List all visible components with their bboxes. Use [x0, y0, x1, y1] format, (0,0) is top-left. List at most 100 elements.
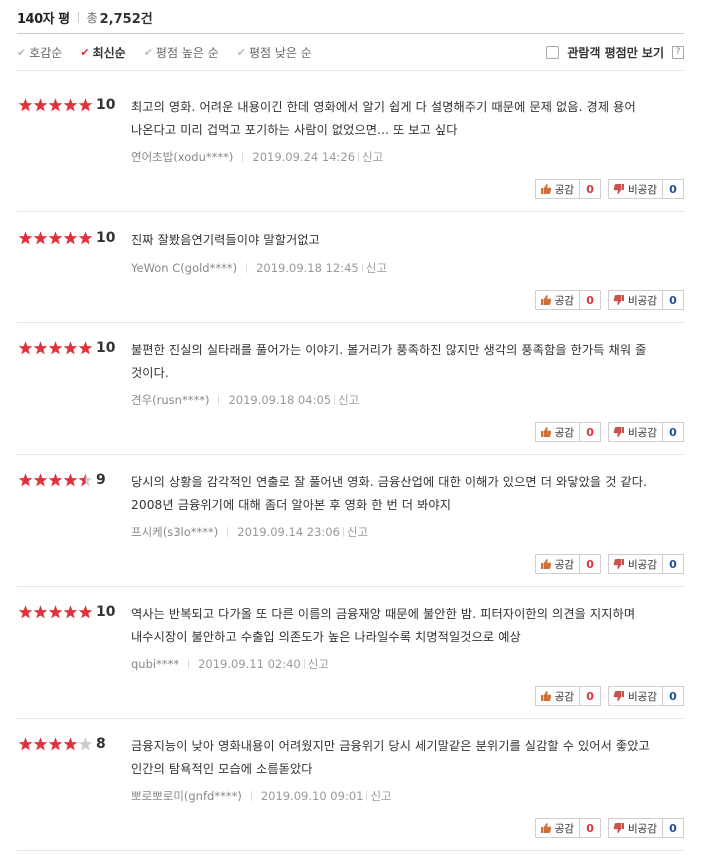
review-divider: [17, 718, 684, 719]
like-label: 공감: [554, 426, 575, 439]
like-button[interactable]: 공감: [534, 179, 581, 199]
like-label: 공감: [554, 558, 575, 571]
review-text: 진짜 잘봤음연기력들이야 말할거없고: [131, 233, 320, 247]
like-count: 0: [580, 554, 602, 574]
review-meta: 뽀로뽀로미(gnfd****) 2019.09.10 09:01 신고: [131, 788, 392, 804]
report-link[interactable]: 신고: [366, 260, 387, 276]
sort-rule: [17, 70, 684, 71]
thumbs-down-icon: [613, 691, 625, 701]
review-author: YeWon C(gold****): [131, 261, 238, 275]
review-panel: 140자 평 총 2,752건 ✔ 호감순 ✔ 최신순 ✔ 평점 높은 순 ✔ …: [0, 0, 704, 855]
review-date: 2019.09.24 14:26: [252, 150, 356, 164]
review-divider: [17, 454, 684, 455]
review-meta: qubi**** 2019.09.11 02:40 신고: [131, 656, 329, 672]
report-link[interactable]: 신고: [362, 149, 383, 165]
check-icon: ✔: [80, 45, 90, 59]
check-icon: ✔: [143, 45, 153, 59]
review-score: 10: [96, 340, 116, 356]
like-button[interactable]: 공감: [534, 686, 581, 706]
like-count: 0: [580, 422, 602, 442]
help-icon[interactable]: ?: [672, 45, 684, 59]
like-button[interactable]: 공감: [534, 290, 581, 310]
star-icons: [18, 98, 93, 112]
star-full: [63, 605, 78, 619]
report-link[interactable]: 신고: [338, 392, 359, 408]
dislike-count: 0: [663, 290, 684, 310]
dislike-button[interactable]: 비공감: [608, 554, 663, 574]
dislike-button[interactable]: 비공감: [608, 179, 663, 199]
review-text: 역사는 반복되고 다가올 또 다른 이름의 금융재앙 때문에 불안한 밤. 피터…: [131, 607, 636, 644]
star-icons: [18, 605, 93, 619]
dislike-button[interactable]: 비공감: [608, 818, 663, 838]
sort-by-rating-high[interactable]: ✔ 평점 높은 순: [144, 44, 219, 61]
dislike-label: 비공감: [628, 690, 657, 703]
meta-divider: [246, 263, 248, 273]
like-label: 공감: [554, 690, 575, 703]
thumbs-up-icon: [540, 823, 551, 833]
sort-by-likes[interactable]: ✔ 호감순: [17, 44, 62, 61]
dislike-label: 비공감: [628, 558, 657, 571]
report-link[interactable]: 신고: [370, 788, 391, 804]
star-full: [48, 473, 63, 487]
sort-by-rating-low[interactable]: ✔ 평점 낮은 순: [237, 44, 312, 61]
star-empty: [78, 737, 93, 751]
report-link[interactable]: 신고: [347, 524, 368, 540]
review-score: 10: [96, 97, 116, 113]
like-label: 공감: [554, 294, 575, 307]
vote-controls: 공감 0 비공감 0: [534, 290, 684, 310]
star-full: [78, 98, 93, 112]
review-date: 2019.09.14 23:06: [237, 525, 340, 539]
star-full: [78, 231, 93, 245]
star-full: [78, 341, 93, 355]
star-full: [63, 98, 78, 112]
vote-controls: 공감 0 비공감 0: [534, 818, 684, 838]
review-divider: [17, 322, 684, 323]
review-author: 뽀로뽀로미(gnfd****): [131, 789, 242, 803]
review-score: 10: [96, 604, 116, 620]
dislike-count: 0: [663, 179, 684, 199]
thumbs-up-icon: [540, 295, 551, 305]
review-meta: 견우(rusn****) 2019.09.18 04:05 신고: [131, 392, 359, 408]
review-text: 금융지능이 낮아 영화내용이 어려웠지만 금융위기 당시 세기말같은 분위기를 …: [131, 739, 650, 776]
meta-divider: [361, 263, 363, 273]
review-text: 당시의 상황을 감각적인 연출로 잘 풀어낸 영화. 금융산업에 대한 이해가 …: [131, 475, 648, 512]
review-header: 140자 평 총 2,752건: [17, 6, 153, 28]
dislike-count: 0: [663, 686, 684, 706]
review-author: 견우(rusn****): [131, 393, 210, 407]
like-button[interactable]: 공감: [534, 422, 581, 442]
sort-bar: ✔ 호감순 ✔ 최신순 ✔ 평점 높은 순 ✔ 평점 낮은 순 관람객 평점만 …: [17, 42, 684, 62]
sort-label: 평점 낮은 순: [248, 45, 312, 60]
star-icons: [18, 231, 93, 245]
dislike-button[interactable]: 비공감: [608, 422, 663, 442]
star-full: [18, 98, 33, 112]
meta-divider: [303, 659, 305, 669]
review-score: 8: [96, 736, 106, 752]
star-full: [63, 737, 78, 751]
review-divider: [17, 586, 684, 587]
meta-divider: [227, 527, 229, 537]
header-divider: [77, 11, 79, 23]
meta-divider: [218, 395, 220, 405]
star-icons: [18, 737, 93, 751]
like-label: 공감: [554, 822, 575, 835]
meta-divider: [250, 791, 252, 801]
vote-controls: 공감 0 비공감 0: [534, 179, 684, 199]
star-full: [18, 473, 33, 487]
sort-label: 호감순: [29, 45, 63, 60]
total-count: 2,752건: [99, 11, 153, 27]
dislike-button[interactable]: 비공감: [608, 686, 663, 706]
audience-only-label[interactable]: 관람객 평점만 보기: [567, 44, 664, 61]
thumbs-up-icon: [540, 691, 551, 701]
audience-only-checkbox[interactable]: [546, 45, 560, 59]
star-rating: [18, 340, 93, 356]
like-button[interactable]: 공감: [534, 818, 581, 838]
dislike-label: 비공감: [628, 426, 657, 439]
review-divider: [17, 850, 684, 851]
report-link[interactable]: 신고: [308, 656, 329, 672]
sort-by-latest[interactable]: ✔ 최신순: [80, 44, 125, 61]
dislike-label: 비공감: [628, 294, 657, 307]
star-full: [48, 341, 63, 355]
review-date: 2019.09.11 02:40: [198, 657, 301, 671]
like-button[interactable]: 공감: [534, 554, 581, 574]
dislike-button[interactable]: 비공감: [608, 290, 663, 310]
